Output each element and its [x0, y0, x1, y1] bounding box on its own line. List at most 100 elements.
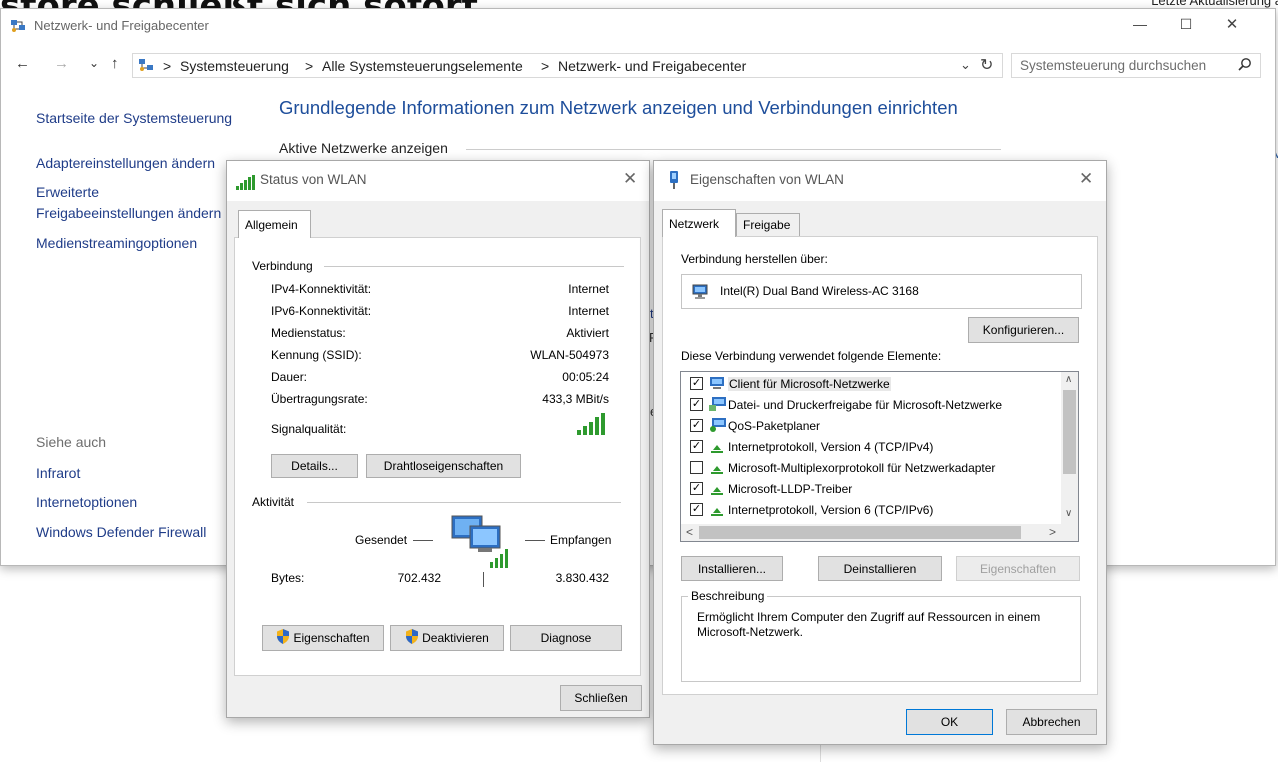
horizontal-scrollbar[interactable]: < > [681, 524, 1078, 541]
close-button[interactable]: ✕ [1209, 9, 1255, 39]
checkbox-ipv6[interactable]: ✓ [690, 503, 703, 516]
breadcrumb-item-alle-elemente[interactable]: Alle Systemsteuerungselemente [322, 58, 523, 74]
checkbox-qos[interactable]: ✓ [690, 419, 703, 432]
status-properties-label: Eigenschaften [293, 631, 370, 645]
window-title: Netzwerk- und Freigabecenter [34, 18, 209, 33]
adapter-field: Intel(R) Dual Band Wireless-AC 3168 [681, 274, 1082, 309]
forward-arrow-icon[interactable]: → [54, 55, 69, 72]
up-arrow-icon[interactable]: ↑ [111, 55, 119, 72]
sidebar-home-link[interactable]: Startseite der Systemsteuerung [36, 110, 232, 126]
close-dialog-button[interactable]: Schließen [560, 685, 642, 711]
file-sharing-icon [709, 397, 726, 412]
list-item-label: Internetprotokoll, Version 4 (TCP/IPv4) [728, 439, 934, 454]
wireless-properties-button[interactable]: Drahtloseigenschaften [366, 454, 521, 478]
signal-strength-icon [577, 413, 605, 440]
back-arrow-icon[interactable]: ← [15, 55, 30, 72]
sidebar-advanced-sharing-link-line2[interactable]: Freigabeeinstellungen ändern [36, 205, 221, 221]
speed-label: Übertragungsrate: [271, 392, 368, 406]
bytes-divider [483, 572, 484, 587]
tab-netzwerk[interactable]: Netzwerk [662, 209, 736, 237]
sidebar-adapter-settings-link[interactable]: Adaptereinstellungen ändern [36, 155, 215, 171]
checkbox-lldp[interactable]: ✓ [690, 482, 703, 495]
maximize-button[interactable]: ☐ [1163, 9, 1209, 39]
wifi-signal-icon [236, 175, 256, 195]
infrared-link[interactable]: Infrarot [36, 465, 80, 481]
minimize-button[interactable]: — [1117, 9, 1163, 39]
checkbox-multiplexor[interactable] [690, 461, 703, 474]
diagnose-button[interactable]: Diagnose [510, 625, 622, 651]
bytes-sent-value: 702.432 [397, 571, 441, 585]
configure-button[interactable]: Konfigurieren... [968, 317, 1079, 343]
wlan-properties-dialog: Eigenschaften von WLAN ✕ Netzwerk Freiga… [653, 160, 1107, 745]
ok-button[interactable]: OK [906, 709, 993, 735]
breadcrumb-separator: > [541, 58, 550, 74]
general-tab-panel: Verbindung IPv4-Konnektivität: Internet … [234, 237, 641, 676]
ipv6-label: IPv6-Konnektivität: [271, 304, 372, 318]
adapter-name: Intel(R) Dual Band Wireless-AC 3168 [720, 284, 919, 298]
list-item[interactable]: ✓ Internetprotokoll, Version 4 (TCP/IPv4… [690, 436, 933, 457]
horizontal-scrollbar-thumb[interactable] [699, 526, 1021, 539]
checkbox-file-sharing[interactable]: ✓ [690, 398, 703, 411]
ssid-label: Kennung (SSID): [271, 348, 362, 362]
network-adapter-icon [668, 171, 680, 194]
list-item[interactable]: ✓ Internetprotokoll, Version 6 (TCP/IPv6… [690, 499, 933, 520]
see-also-label: Siehe auch [36, 434, 107, 450]
protocol-icon [709, 502, 726, 517]
recent-locations-icon[interactable]: ⌄ [89, 56, 99, 70]
sidebar-advanced-sharing-link-line1[interactable]: Erweiterte [36, 184, 99, 200]
dialog-title: Eigenschaften von WLAN [690, 172, 844, 187]
vertical-scrollbar[interactable]: ∧ ∨ [1061, 372, 1078, 525]
list-item[interactable]: ✓ QoS-Paketplaner [690, 415, 820, 436]
firewall-link[interactable]: Windows Defender Firewall [36, 524, 206, 540]
scroll-up-icon[interactable]: ∧ [1065, 374, 1072, 385]
page-title: Grundlegende Informationen zum Netzwerk … [279, 97, 958, 118]
checkbox-client[interactable]: ✓ [690, 377, 703, 390]
close-icon[interactable]: ✕ [623, 169, 637, 189]
search-input[interactable]: Systemsteuerung durchsuchen [1011, 53, 1261, 78]
scroll-down-icon[interactable]: ∨ [1065, 508, 1072, 519]
ipv4-value: Internet [568, 282, 609, 296]
network-client-icon [709, 376, 726, 391]
list-item[interactable]: ✓ Datei- und Druckerfreigabe für Microso… [690, 394, 1002, 415]
address-bar[interactable]: > Systemsteuerung > Alle Systemsteuerung… [132, 53, 1003, 78]
list-item-label: Internetprotokoll, Version 6 (TCP/IPv6) [728, 502, 934, 517]
signal-quality-label: Signalqualität: [271, 422, 347, 436]
details-button[interactable]: Details... [271, 454, 358, 478]
group-divider [307, 502, 621, 503]
uninstall-button[interactable]: Deinstallieren [818, 556, 942, 581]
install-button[interactable]: Installieren... [681, 556, 783, 581]
list-item-label: Microsoft-LLDP-Treiber [728, 481, 853, 496]
breadcrumb-item-netzwerkcenter[interactable]: Netzwerk- und Freigabecenter [558, 58, 746, 74]
scroll-right-icon[interactable]: > [1049, 525, 1056, 539]
address-row: ← → ⌄ ↑ > Systemsteuerung > Alle Systems… [1, 49, 1275, 85]
duration-label: Dauer: [271, 370, 308, 384]
title-bar[interactable]: Netzwerk- und Freigabecenter — ☐ ✕ [1, 9, 1275, 39]
disable-label: Deaktivieren [422, 631, 489, 645]
checkbox-ipv4[interactable]: ✓ [690, 440, 703, 453]
search-icon[interactable] [1238, 57, 1252, 76]
internet-options-link[interactable]: Internetoptionen [36, 494, 137, 510]
refresh-icon[interactable]: ↻ [980, 55, 993, 75]
disable-button[interactable]: Deaktivieren [390, 625, 504, 651]
scroll-left-icon[interactable]: < [686, 525, 693, 539]
scrollbar-thumb[interactable] [1063, 390, 1076, 474]
close-icon[interactable]: ✕ [1079, 169, 1093, 189]
dialog-title: Status von WLAN [260, 172, 367, 187]
list-item[interactable]: ✓ Client für Microsoft-Netzwerke [690, 373, 891, 394]
sidebar-media-streaming-link[interactable]: Medienstreamingoptionen [36, 235, 197, 251]
status-properties-button[interactable]: Eigenschaften [262, 625, 384, 651]
list-item[interactable]: ✓ Microsoft-LLDP-Treiber [690, 478, 852, 499]
component-properties-button[interactable]: Eigenschaften [956, 556, 1080, 581]
protocol-icon [709, 460, 726, 475]
breadcrumb-item-systemsteuerung[interactable]: Systemsteuerung [180, 58, 289, 74]
cancel-button[interactable]: Abbrechen [1006, 709, 1097, 735]
components-list[interactable]: ✓ Client für Microsoft-Netzwerke ✓ Datei… [680, 371, 1079, 542]
tab-allgemein[interactable]: Allgemein [238, 210, 311, 238]
list-item[interactable]: Microsoft-Multiplexorprotokoll für Netzw… [690, 457, 995, 478]
background-divider [820, 745, 821, 762]
media-status-value: Aktiviert [566, 326, 609, 340]
address-dropdown-icon[interactable]: ⌄ [960, 57, 971, 73]
connect-using-label: Verbindung herstellen über: [681, 252, 828, 266]
tab-freigabe[interactable]: Freigabe [736, 213, 800, 237]
bytes-label: Bytes: [271, 571, 305, 585]
